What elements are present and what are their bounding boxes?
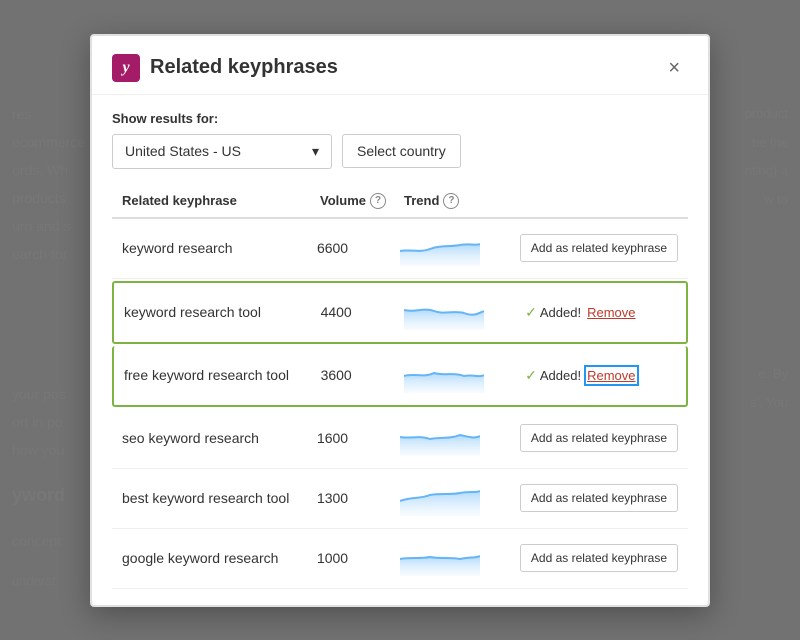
table-header: Related keyphrase Volume ? Trend ?	[112, 185, 688, 219]
action-cell: Add as related keyphrase	[520, 544, 678, 572]
col-action-header	[526, 193, 678, 209]
trend-cell	[400, 541, 512, 576]
keyphrase-cell: seo keyword research	[122, 430, 309, 446]
action-cell: Add as related keyphrase	[520, 484, 678, 512]
keyphrase-table: Related keyphrase Volume ? Trend ? keywo…	[112, 185, 688, 589]
modal-title-group: y Related keyphrases	[112, 54, 338, 82]
keyphrase-cell: best keyword research tool	[122, 490, 309, 506]
trend-cell	[404, 358, 517, 393]
trend-cell	[404, 295, 517, 330]
added-status: ✓ Added!	[525, 304, 581, 321]
col-volume-header: Volume ?	[320, 193, 396, 209]
country-dropdown[interactable]: United States - US ▾	[112, 134, 332, 169]
modal-header: y Related keyphrases ×	[92, 36, 708, 95]
trend-cell	[400, 421, 512, 456]
table-row: google keyword research 1000	[112, 529, 688, 589]
action-cell: Add as related keyphrase	[520, 234, 678, 262]
volume-cell: 1300	[317, 490, 392, 506]
trend-cell	[400, 231, 512, 266]
close-button[interactable]: ×	[660, 54, 688, 82]
trend-help-icon[interactable]: ?	[443, 193, 459, 209]
keyphrase-cell: google keyword research	[122, 550, 309, 566]
action-cell: ✓ Added! Remove	[525, 367, 676, 384]
add-keyphrase-button[interactable]: Add as related keyphrase	[520, 484, 678, 512]
modal-title: Related keyphrases	[150, 56, 338, 79]
yoast-icon: y	[112, 54, 140, 82]
volume-cell: 1000	[317, 550, 392, 566]
col-keyphrase-header: Related keyphrase	[122, 193, 312, 209]
country-value: United States - US	[125, 143, 241, 159]
trend-cell	[400, 481, 512, 516]
volume-cell: 1600	[317, 430, 392, 446]
modal-dialog: y Related keyphrases × Show results for:…	[90, 34, 710, 607]
remove-button[interactable]: Remove	[587, 368, 635, 383]
add-keyphrase-button[interactable]: Add as related keyphrase	[520, 424, 678, 452]
keyphrase-cell: free keyword research tool	[124, 367, 313, 383]
table-row: seo keyword research 1600	[112, 409, 688, 469]
table-row: free keyword research tool 3600	[112, 346, 688, 407]
select-country-button[interactable]: Select country	[342, 134, 461, 168]
volume-cell: 6600	[317, 240, 392, 256]
remove-button[interactable]: Remove	[587, 305, 635, 320]
table-row: best keyword research tool 1300	[112, 469, 688, 529]
check-icon: ✓	[525, 367, 537, 384]
add-keyphrase-button[interactable]: Add as related keyphrase	[520, 234, 678, 262]
table-row: keyword research 6600	[112, 219, 688, 279]
keyphrase-cell: keyword research tool	[124, 304, 313, 320]
volume-help-icon[interactable]: ?	[370, 193, 386, 209]
add-keyphrase-button[interactable]: Add as related keyphrase	[520, 544, 678, 572]
table-row: keyword research tool 4400	[112, 281, 688, 344]
chevron-down-icon: ▾	[312, 143, 319, 160]
modal-body: Show results for: United States - US ▾ S…	[92, 95, 708, 605]
action-cell: ✓ Added! Remove	[525, 304, 676, 321]
added-status: ✓ Added!	[525, 367, 581, 384]
action-cell: Add as related keyphrase	[520, 424, 678, 452]
modal-overlay: res ecommerce ords. Wh products urn and …	[0, 0, 800, 640]
col-trend-header: Trend ?	[404, 193, 518, 209]
country-row: United States - US ▾ Select country	[112, 134, 688, 169]
volume-cell: 4400	[321, 304, 396, 320]
volume-cell: 3600	[321, 367, 396, 383]
show-results-label: Show results for:	[112, 111, 688, 126]
keyphrase-cell: keyword research	[122, 240, 309, 256]
check-icon: ✓	[525, 304, 537, 321]
